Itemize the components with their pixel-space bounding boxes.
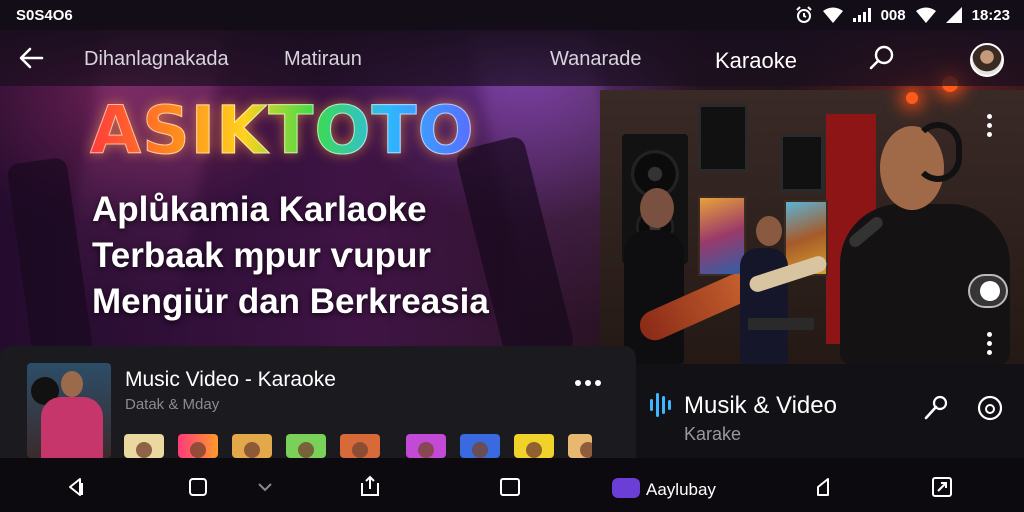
- signal-icon: [852, 8, 871, 22]
- hero-line-1: Aplůkamia Karlaoke: [92, 190, 427, 229]
- headphones: [914, 122, 962, 182]
- bottom-navigation: Aaylubay: [0, 458, 1024, 512]
- hero-brand-title: ASIKTOTO: [90, 92, 475, 170]
- thumbnail-item[interactable]: [178, 434, 218, 458]
- panel-title: Musik & Video: [684, 392, 837, 419]
- keyboard: [748, 318, 814, 330]
- wifi-icon: [822, 7, 843, 23]
- chevron-down-icon[interactable]: [256, 478, 274, 496]
- avatar[interactable]: [970, 43, 1004, 77]
- hero-line-2: Terbaak ɱpur ѵupur: [92, 236, 431, 275]
- battery-icon: [945, 7, 962, 23]
- app-icon[interactable]: [612, 478, 640, 498]
- card-thumbnail[interactable]: [27, 363, 111, 458]
- share-icon[interactable]: [358, 475, 382, 499]
- wifi-icon-2: [915, 7, 936, 23]
- back-arrow-icon[interactable]: [16, 42, 48, 74]
- nav-link-2[interactable]: Matiraun: [284, 48, 362, 71]
- top-navigation: Dihanlagnakada Matiraun Wanarade Karaoke: [0, 30, 1024, 86]
- hero-line-3: Mengiür dan Berkreasia: [92, 282, 489, 321]
- wall-frame: [698, 104, 748, 172]
- wall-frame: [780, 134, 824, 192]
- card-title: Music Video - Karaoke: [125, 368, 336, 391]
- bassist-figure: [740, 248, 788, 364]
- status-right: 008 18:23: [795, 6, 1010, 24]
- nav-link-3[interactable]: Wanarade: [550, 48, 642, 71]
- stage-light: [906, 92, 918, 104]
- thumbnail-item[interactable]: [406, 434, 446, 458]
- thumbnail-item[interactable]: [232, 434, 272, 458]
- hero-toggle[interactable]: [968, 274, 1008, 308]
- window-icon[interactable]: [930, 475, 954, 499]
- info-icon[interactable]: [976, 394, 1004, 422]
- equalizer-icon: [650, 392, 671, 418]
- music-video-panel[interactable]: Musik & Video Karake: [636, 364, 1024, 458]
- card-more-icon[interactable]: [575, 380, 601, 386]
- bassist-head: [756, 216, 782, 246]
- thumbnail-item[interactable]: [460, 434, 500, 458]
- thumbnail-item[interactable]: [340, 434, 380, 458]
- back-icon[interactable]: [64, 475, 88, 499]
- bottom-app-label[interactable]: Aaylubay: [646, 480, 716, 500]
- square-icon[interactable]: [186, 475, 210, 499]
- guitarist-head: [640, 188, 674, 228]
- search-icon[interactable]: [868, 44, 896, 72]
- network-text: 008: [880, 6, 906, 24]
- card-subtitle: Datak & Mday: [125, 396, 220, 413]
- microphone-icon[interactable]: [922, 394, 950, 422]
- panel-subtitle: Karake: [684, 424, 742, 444]
- nav-link-1[interactable]: Dihanlagnakada: [84, 48, 229, 71]
- music-video-card[interactable]: Music Video - Karaoke Datak & Mday: [0, 346, 636, 458]
- hero-more-icon[interactable]: [987, 332, 993, 355]
- status-time: 18:23: [971, 6, 1010, 24]
- status-bar: S0S4O6 008 18:23: [0, 0, 1024, 30]
- thumbnail-item[interactable]: [286, 434, 326, 458]
- alarm-icon: [795, 6, 812, 23]
- stop-icon[interactable]: [498, 475, 522, 499]
- thumbnail-strip: [124, 434, 592, 458]
- hero-menu-icon[interactable]: [987, 114, 993, 137]
- nav-link-karaoke[interactable]: Karaoke: [715, 48, 797, 74]
- guitarist-figure: [624, 230, 684, 364]
- status-left-text: S0S4O6: [16, 6, 73, 24]
- home-icon[interactable]: [814, 475, 838, 499]
- thumbnail-item[interactable]: [514, 434, 554, 458]
- thumbnail-item[interactable]: [568, 434, 592, 458]
- wall-poster: [698, 196, 746, 276]
- thumbnail-item[interactable]: [124, 434, 164, 458]
